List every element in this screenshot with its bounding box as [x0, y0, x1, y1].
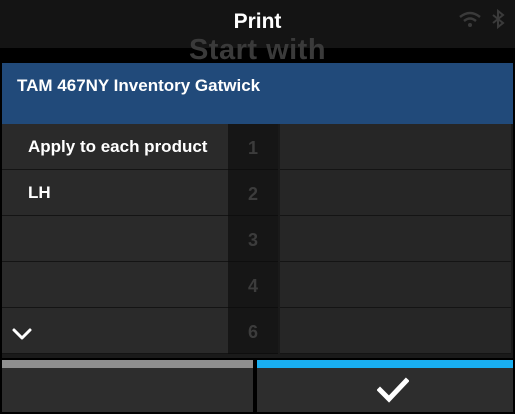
chevron-down-icon[interactable] [10, 322, 34, 346]
print-screen: Print Start with TAM 467NY Inventory Gat… [0, 0, 515, 414]
list-item-label: LH [28, 183, 51, 202]
dropdown-list: Apply to each product LH 1 2 3 4 6 [2, 124, 513, 358]
row-number: 3 [228, 216, 278, 262]
check-icon [377, 377, 409, 403]
background-field [280, 308, 511, 354]
confirm-button[interactable] [257, 360, 513, 412]
cancel-button[interactable] [2, 360, 253, 412]
list-item[interactable]: LH [2, 170, 228, 216]
bluetooth-icon [492, 8, 505, 30]
status-icons [459, 8, 505, 30]
wifi-icon [459, 11, 481, 27]
dropdown-selected-label: TAM 467NY Inventory Gatwick [17, 76, 261, 95]
background-field [280, 124, 511, 170]
list-item[interactable]: Apply to each product [2, 124, 228, 170]
row-number: 6 [228, 308, 278, 354]
row-number: 4 [228, 262, 278, 308]
list-item[interactable] [2, 262, 228, 308]
list-item-label: Apply to each product [28, 137, 208, 156]
list-item[interactable] [2, 216, 228, 262]
background-field [280, 262, 511, 308]
background-field [280, 216, 511, 262]
page-title: Print [233, 10, 282, 33]
background-field [280, 170, 511, 216]
confirm-button-indicator [257, 360, 513, 368]
row-number: 2 [228, 170, 278, 216]
dropdown-selected-item[interactable]: TAM 467NY Inventory Gatwick [2, 63, 513, 124]
row-number: 1 [228, 124, 278, 170]
cancel-button-indicator [2, 360, 253, 368]
list-item[interactable] [2, 308, 228, 354]
